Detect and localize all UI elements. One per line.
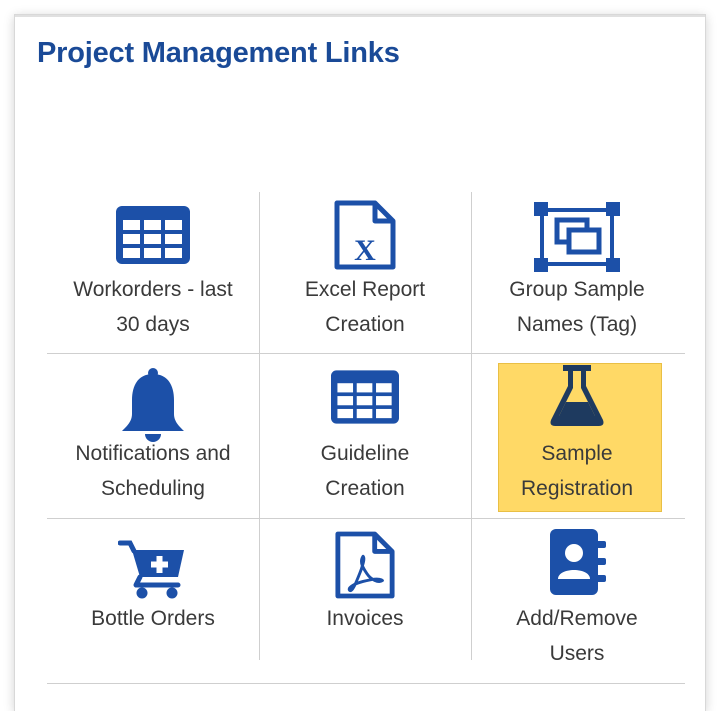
address-book-icon bbox=[550, 529, 606, 595]
link-label-line2: Scheduling bbox=[101, 477, 205, 500]
link-add-remove-users[interactable]: Add/Remove Users bbox=[471, 519, 683, 683]
link-label-line1: Notifications and bbox=[75, 442, 231, 465]
link-group-sample-names[interactable]: Group Sample Names (Tag) bbox=[471, 176, 683, 353]
link-sample-registration[interactable]: Sample Registration bbox=[471, 354, 683, 518]
link-invoices[interactable]: Invoices bbox=[259, 519, 471, 683]
link-label-line2: 30 days bbox=[116, 313, 190, 336]
link-excel-report[interactable]: X Excel Report Creation bbox=[259, 176, 471, 353]
link-label-line2: Users bbox=[549, 642, 605, 665]
link-label-line1: Group Sample bbox=[509, 278, 645, 301]
link-bottle-orders[interactable]: Bottle Orders bbox=[47, 519, 259, 683]
grid-divider bbox=[47, 683, 685, 684]
cart-plus-icon bbox=[118, 540, 184, 599]
links-grid: Workorders - last 30 days X Excel Report… bbox=[31, 176, 685, 684]
table-grid-icon bbox=[331, 370, 399, 424]
link-label-line1: Invoices bbox=[326, 607, 404, 630]
pdf-file-icon bbox=[335, 531, 395, 599]
link-guideline-creation[interactable]: Guideline Creation bbox=[259, 354, 471, 518]
excel-file-icon: X bbox=[334, 200, 396, 270]
link-label-line2: Creation bbox=[325, 477, 405, 500]
link-label-line1: Guideline bbox=[320, 442, 410, 465]
link-label-line2: Registration bbox=[520, 477, 634, 500]
link-label-line1: Bottle Orders bbox=[91, 607, 215, 630]
link-label-line2: Creation bbox=[325, 313, 405, 336]
link-workorders[interactable]: Workorders - last 30 days bbox=[47, 176, 259, 353]
svg-text:X: X bbox=[354, 234, 376, 267]
link-label-line1: Excel Report bbox=[304, 278, 426, 301]
group-objects-icon bbox=[534, 202, 620, 272]
link-notifications[interactable]: Notifications and Scheduling bbox=[47, 354, 259, 518]
link-label-line2: Names (Tag) bbox=[516, 313, 638, 336]
flask-icon bbox=[550, 365, 604, 426]
panel-title: Project Management Links bbox=[37, 37, 400, 69]
table-grid-icon bbox=[116, 206, 190, 264]
panel-top-rule bbox=[15, 15, 705, 17]
link-label-line1: Add/Remove bbox=[516, 607, 638, 630]
link-label-line1: Workorders - last bbox=[73, 278, 233, 301]
link-label-line1: Sample bbox=[541, 442, 613, 465]
bell-icon bbox=[122, 368, 184, 442]
